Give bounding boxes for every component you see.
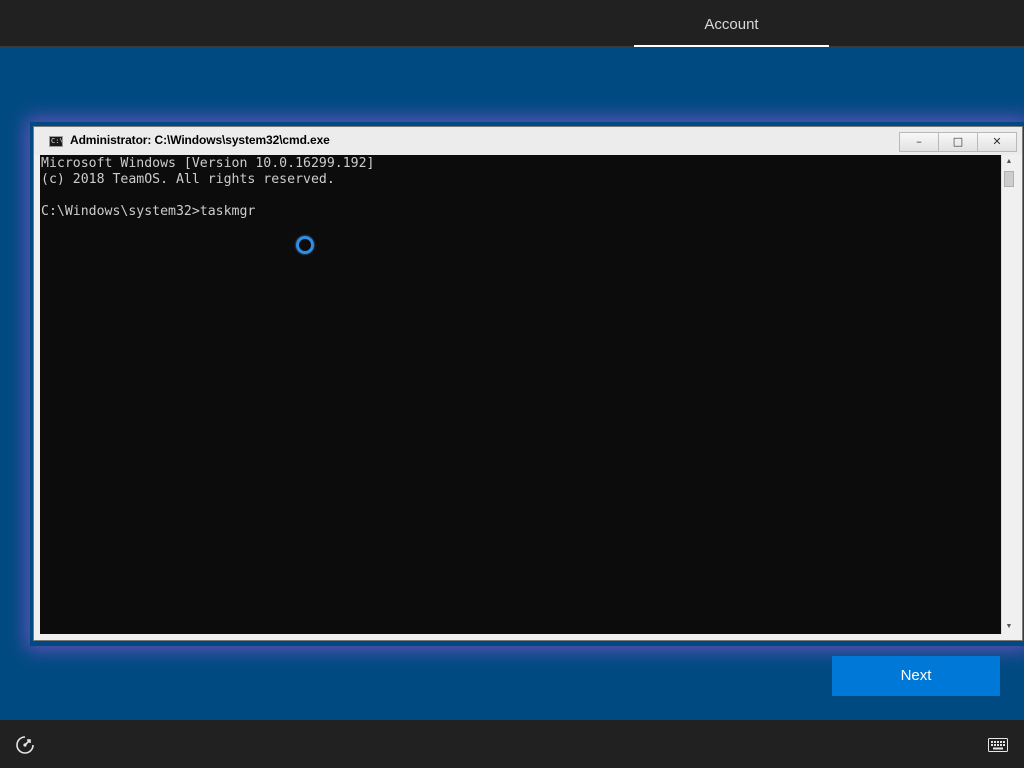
title-bar[interactable]: C:\ Administrator: C:\Windows\system32\c… bbox=[34, 127, 1022, 155]
tab-account[interactable]: Account bbox=[634, 0, 829, 47]
vertical-scrollbar[interactable]: ▲ ▼ bbox=[1001, 155, 1016, 634]
keyboard-icon[interactable] bbox=[988, 738, 1008, 752]
busy-cursor-icon bbox=[296, 236, 314, 254]
close-button[interactable]: ✕ bbox=[977, 132, 1017, 152]
top-bar: Account bbox=[0, 0, 1024, 47]
console-output[interactable]: Microsoft Windows [Version 10.0.16299.19… bbox=[40, 155, 1001, 634]
window-title: Administrator: C:\Windows\system32\cmd.e… bbox=[70, 133, 330, 147]
minimize-button[interactable]: – bbox=[899, 132, 939, 152]
scroll-thumb[interactable] bbox=[1004, 171, 1014, 187]
tab-active-underline bbox=[634, 45, 829, 47]
window-controls: – □ ✕ bbox=[899, 132, 1017, 152]
console-line: (c) 2018 TeamOS. All rights reserved. bbox=[41, 172, 335, 187]
cmd-icon: C:\ bbox=[49, 136, 63, 147]
console-line: Microsoft Windows [Version 10.0.16299.19… bbox=[41, 156, 375, 171]
tab-account-label: Account bbox=[704, 16, 759, 33]
ease-of-access-icon[interactable] bbox=[14, 734, 36, 756]
cmd-window[interactable]: C:\ Administrator: C:\Windows\system32\c… bbox=[33, 126, 1023, 641]
maximize-button[interactable]: □ bbox=[938, 132, 978, 152]
cmd-icon-text: C:\ bbox=[51, 137, 63, 145]
scroll-down-arrow-icon[interactable]: ▼ bbox=[1002, 620, 1016, 634]
next-button[interactable]: Next bbox=[832, 656, 1000, 696]
console-prompt-line: C:\Windows\system32>taskmgr bbox=[41, 204, 256, 219]
scroll-up-arrow-icon[interactable]: ▲ bbox=[1002, 155, 1016, 169]
bottom-bar bbox=[0, 720, 1024, 768]
